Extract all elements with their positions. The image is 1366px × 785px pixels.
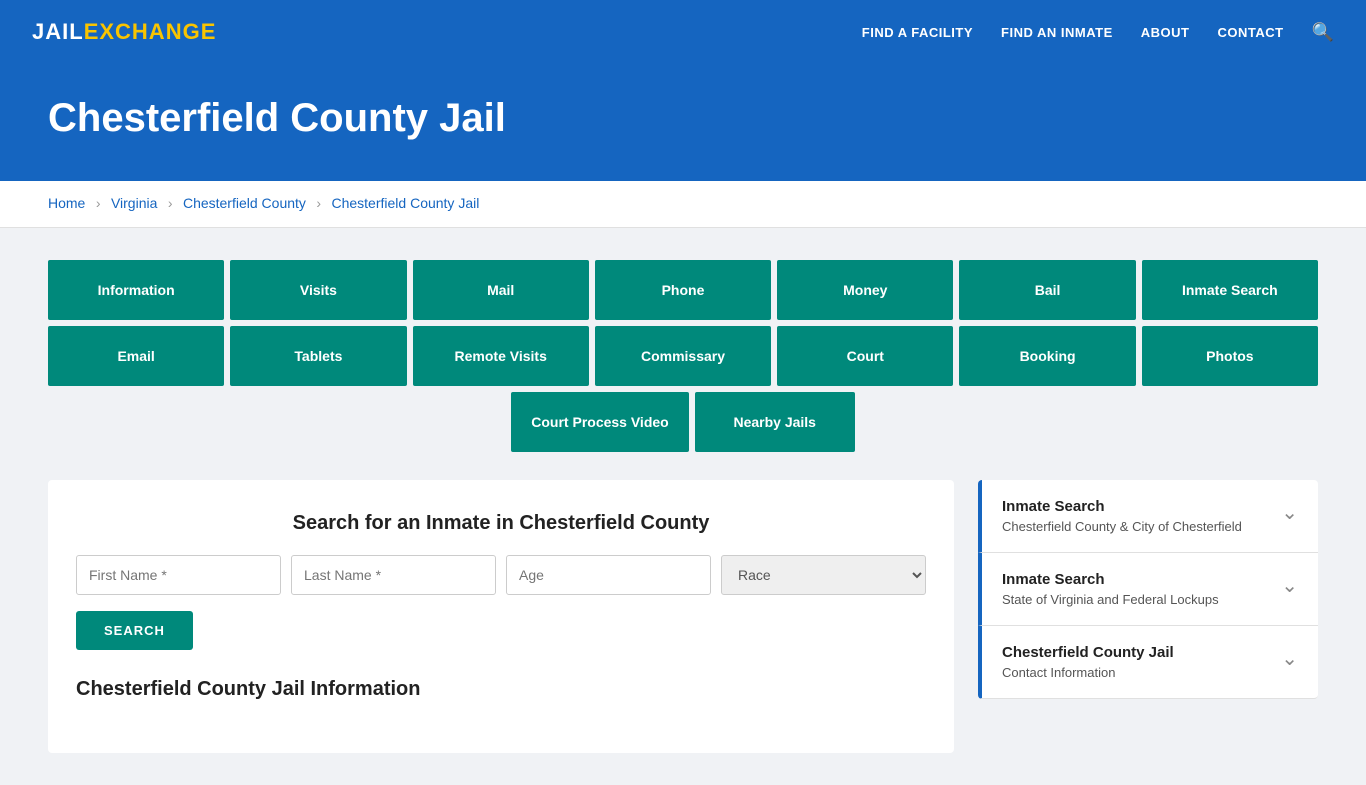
btn-visits[interactable]: Visits — [230, 260, 406, 320]
btn-inmate-search[interactable]: Inmate Search — [1142, 260, 1318, 320]
sidebar: Inmate Search Chesterfield County & City… — [978, 480, 1318, 753]
nav-about[interactable]: ABOUT — [1141, 25, 1190, 40]
navbar: JAILEXCHANGE FIND A FACILITY FIND AN INM… — [0, 0, 1366, 64]
breadcrumb-sep1: › — [96, 195, 101, 211]
breadcrumb-sep3: › — [316, 195, 321, 211]
first-name-input[interactable] — [76, 555, 281, 595]
nav-contact[interactable]: CONTACT — [1217, 25, 1283, 40]
btn-nearby-jails[interactable]: Nearby Jails — [695, 392, 855, 452]
brand-logo[interactable]: JAILEXCHANGE — [32, 19, 216, 45]
breadcrumb-home[interactable]: Home — [48, 195, 85, 211]
btn-information[interactable]: Information — [48, 260, 224, 320]
brand-part2: EXCHANGE — [84, 19, 217, 45]
btn-tablets[interactable]: Tablets — [230, 326, 406, 386]
search-panel: Search for an Inmate in Chesterfield Cou… — [48, 480, 954, 753]
sidebar-item-0-subtitle: Chesterfield County & City of Chesterfie… — [1002, 519, 1242, 534]
chevron-down-icon: ⌄ — [1281, 573, 1298, 598]
chevron-down-icon: ⌄ — [1281, 646, 1298, 671]
btn-phone[interactable]: Phone — [595, 260, 771, 320]
jail-info-heading: Chesterfield County Jail Information — [76, 678, 926, 701]
search-title: Search for an Inmate in Chesterfield Cou… — [76, 512, 926, 535]
btn-email[interactable]: Email — [48, 326, 224, 386]
age-input[interactable] — [506, 555, 711, 595]
btn-remote-visits[interactable]: Remote Visits — [413, 326, 589, 386]
button-grid-row3: Court Process Video Nearby Jails — [48, 392, 1318, 452]
button-grid-row1: Information Visits Mail Phone Money Bail… — [48, 260, 1318, 320]
sidebar-item-1-subtitle: State of Virginia and Federal Lockups — [1002, 592, 1219, 607]
sidebar-item-1-title: Inmate Search — [1002, 571, 1219, 588]
btn-court-process-video[interactable]: Court Process Video — [511, 392, 688, 452]
sidebar-item-2[interactable]: Chesterfield County Jail Contact Informa… — [978, 626, 1318, 699]
sidebar-item-0-title: Inmate Search — [1002, 498, 1242, 515]
hero-section: Chesterfield County Jail — [0, 64, 1366, 181]
button-grid-row2: Email Tablets Remote Visits Commissary C… — [48, 326, 1318, 386]
btn-court[interactable]: Court — [777, 326, 953, 386]
btn-booking[interactable]: Booking — [959, 326, 1135, 386]
chevron-down-icon: ⌄ — [1281, 500, 1298, 525]
nav-links: FIND A FACILITY FIND AN INMATE ABOUT CON… — [862, 22, 1334, 43]
btn-mail[interactable]: Mail — [413, 260, 589, 320]
breadcrumb-sep2: › — [168, 195, 173, 211]
breadcrumb-county[interactable]: Chesterfield County — [183, 195, 306, 211]
sidebar-item-2-title: Chesterfield County Jail — [1002, 644, 1174, 661]
btn-bail[interactable]: Bail — [959, 260, 1135, 320]
sidebar-item-1[interactable]: Inmate Search State of Virginia and Fede… — [978, 553, 1318, 626]
btn-photos[interactable]: Photos — [1142, 326, 1318, 386]
bottom-area: Search for an Inmate in Chesterfield Cou… — [48, 480, 1318, 753]
nav-find-facility[interactable]: FIND A FACILITY — [862, 25, 973, 40]
nav-find-inmate[interactable]: FIND AN INMATE — [1001, 25, 1113, 40]
page-title: Chesterfield County Jail — [48, 96, 1318, 141]
search-button[interactable]: SEARCH — [76, 611, 193, 650]
btn-money[interactable]: Money — [777, 260, 953, 320]
breadcrumb: Home › Virginia › Chesterfield County › … — [0, 181, 1366, 228]
search-fields: Race — [76, 555, 926, 595]
sidebar-item-0[interactable]: Inmate Search Chesterfield County & City… — [978, 480, 1318, 553]
brand-part1: JAIL — [32, 19, 84, 45]
last-name-input[interactable] — [291, 555, 496, 595]
search-icon[interactable]: 🔍 — [1312, 22, 1334, 43]
race-select[interactable]: Race — [721, 555, 926, 595]
breadcrumb-jail[interactable]: Chesterfield County Jail — [331, 195, 479, 211]
btn-commissary[interactable]: Commissary — [595, 326, 771, 386]
breadcrumb-virginia[interactable]: Virginia — [111, 195, 157, 211]
content-area: Information Visits Mail Phone Money Bail… — [0, 228, 1366, 785]
sidebar-item-2-subtitle: Contact Information — [1002, 665, 1174, 680]
